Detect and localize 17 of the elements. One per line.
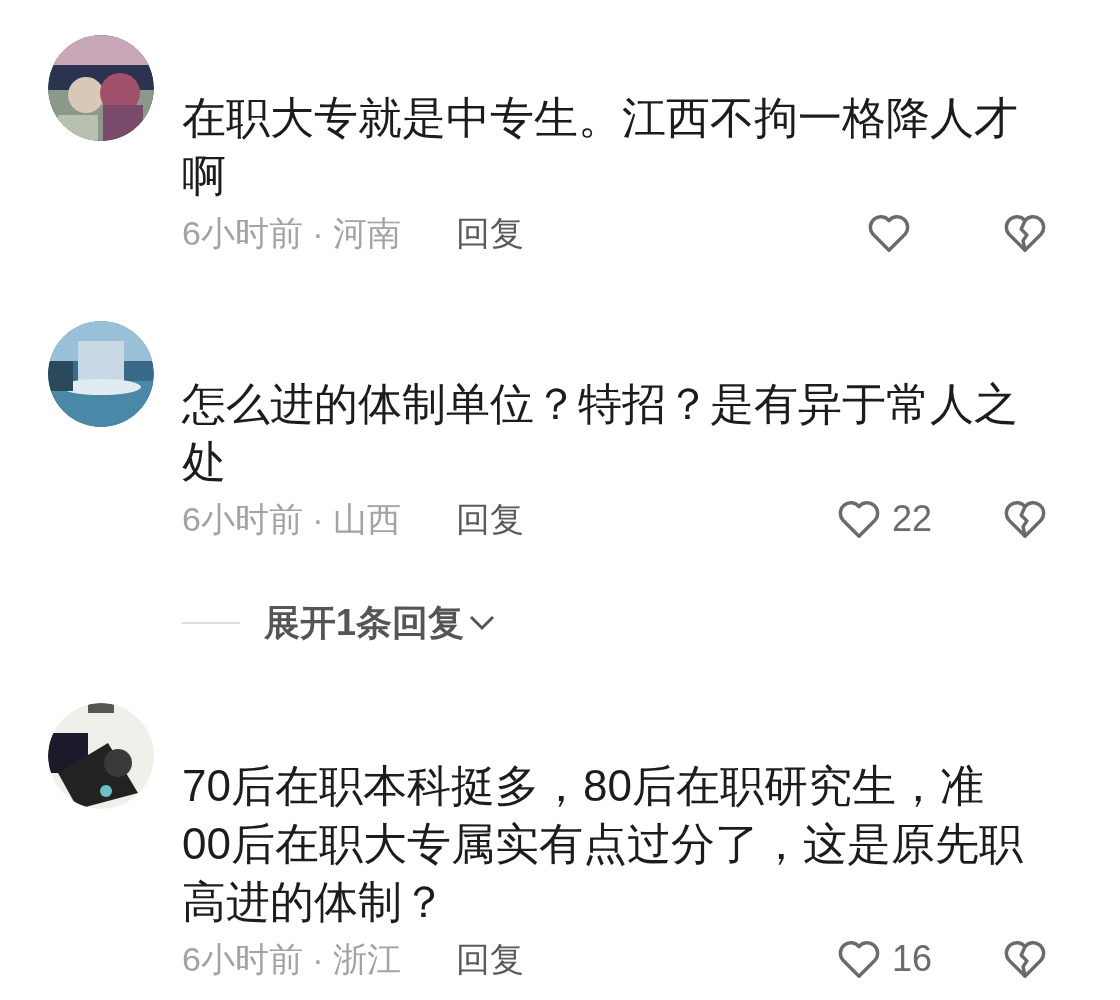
heart-icon[interactable] xyxy=(866,212,912,254)
like-count: 16 xyxy=(891,937,932,981)
comment-text: 怎么进的体制单位？特招？是有异于常人之 处 xyxy=(182,378,1018,488)
reply-link[interactable]: 回复 xyxy=(456,493,525,545)
expand-replies-button[interactable]: 展开1条回复 xyxy=(264,596,497,650)
broken-heart-icon[interactable] xyxy=(1002,212,1048,254)
comment-text: 70后在职本科挺多，80后在职研究生，准 00后在职大专属实有点过分了，这是原先职 高进的体制？ xyxy=(182,760,1023,928)
comment-meta: 6小时前 · 河南 xyxy=(182,212,402,254)
broken-heart-icon[interactable] xyxy=(1002,938,1048,980)
broken-heart-icon[interactable] xyxy=(1002,498,1048,540)
chevron-down-icon xyxy=(468,614,497,632)
reply-link[interactable]: 回复 xyxy=(456,207,525,259)
like-count: 22 xyxy=(891,497,932,541)
comment-text: 在职大专就是中专生。江西不拘一格降人才 啊 xyxy=(182,92,1018,202)
comment-meta: 6小时前 · 浙江 xyxy=(182,938,402,980)
comment-meta: 6小时前 · 山西 xyxy=(182,498,402,540)
reply-link[interactable]: 回复 xyxy=(456,933,525,985)
